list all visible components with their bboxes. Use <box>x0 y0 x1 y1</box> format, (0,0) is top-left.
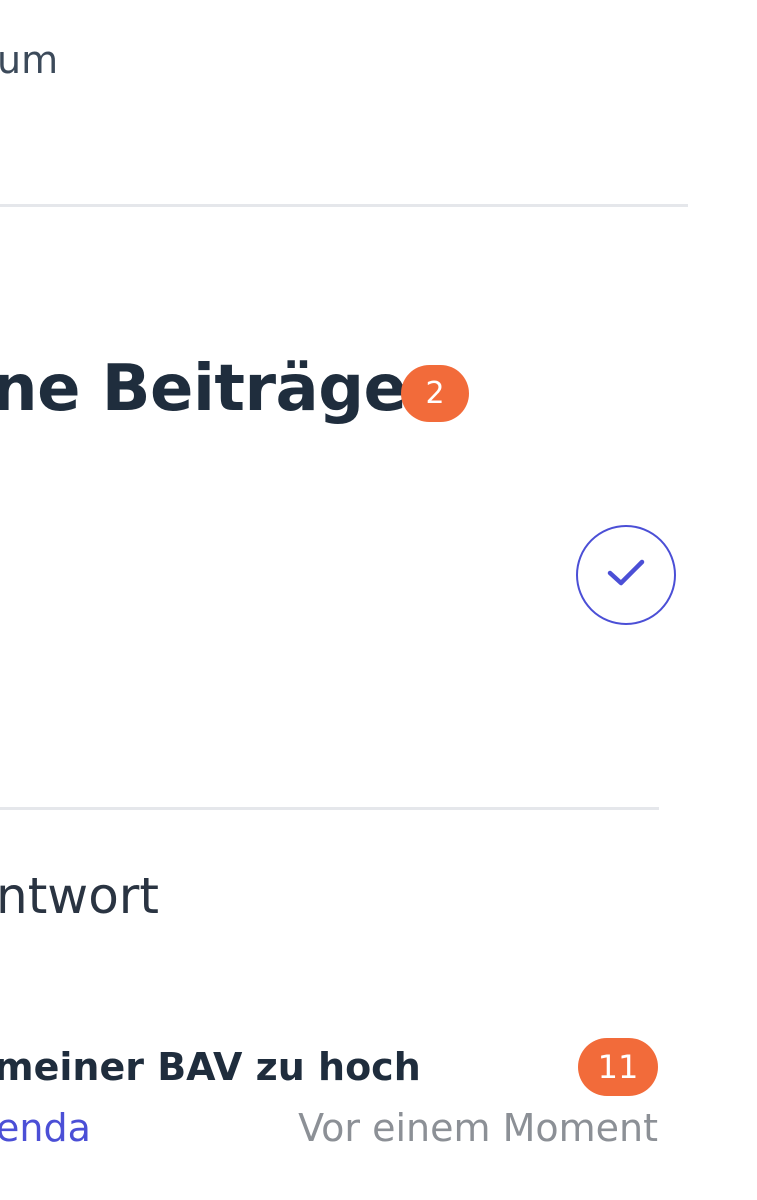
post-author-link[interactable]: enda <box>0 1106 91 1150</box>
header-label: um <box>0 38 59 82</box>
check-icon <box>606 558 646 592</box>
divider <box>0 807 659 810</box>
post-reply-count-badge: 11 <box>578 1038 658 1096</box>
count-badge: 2 <box>401 365 469 422</box>
divider <box>0 204 688 207</box>
reply-label: ntwort <box>0 867 159 925</box>
post-timestamp: Vor einem Moment <box>298 1106 658 1150</box>
confirm-button[interactable] <box>576 525 676 625</box>
section-title: ne Beiträge <box>0 352 407 426</box>
post-title[interactable]: meiner BAV zu hoch <box>0 1045 421 1089</box>
